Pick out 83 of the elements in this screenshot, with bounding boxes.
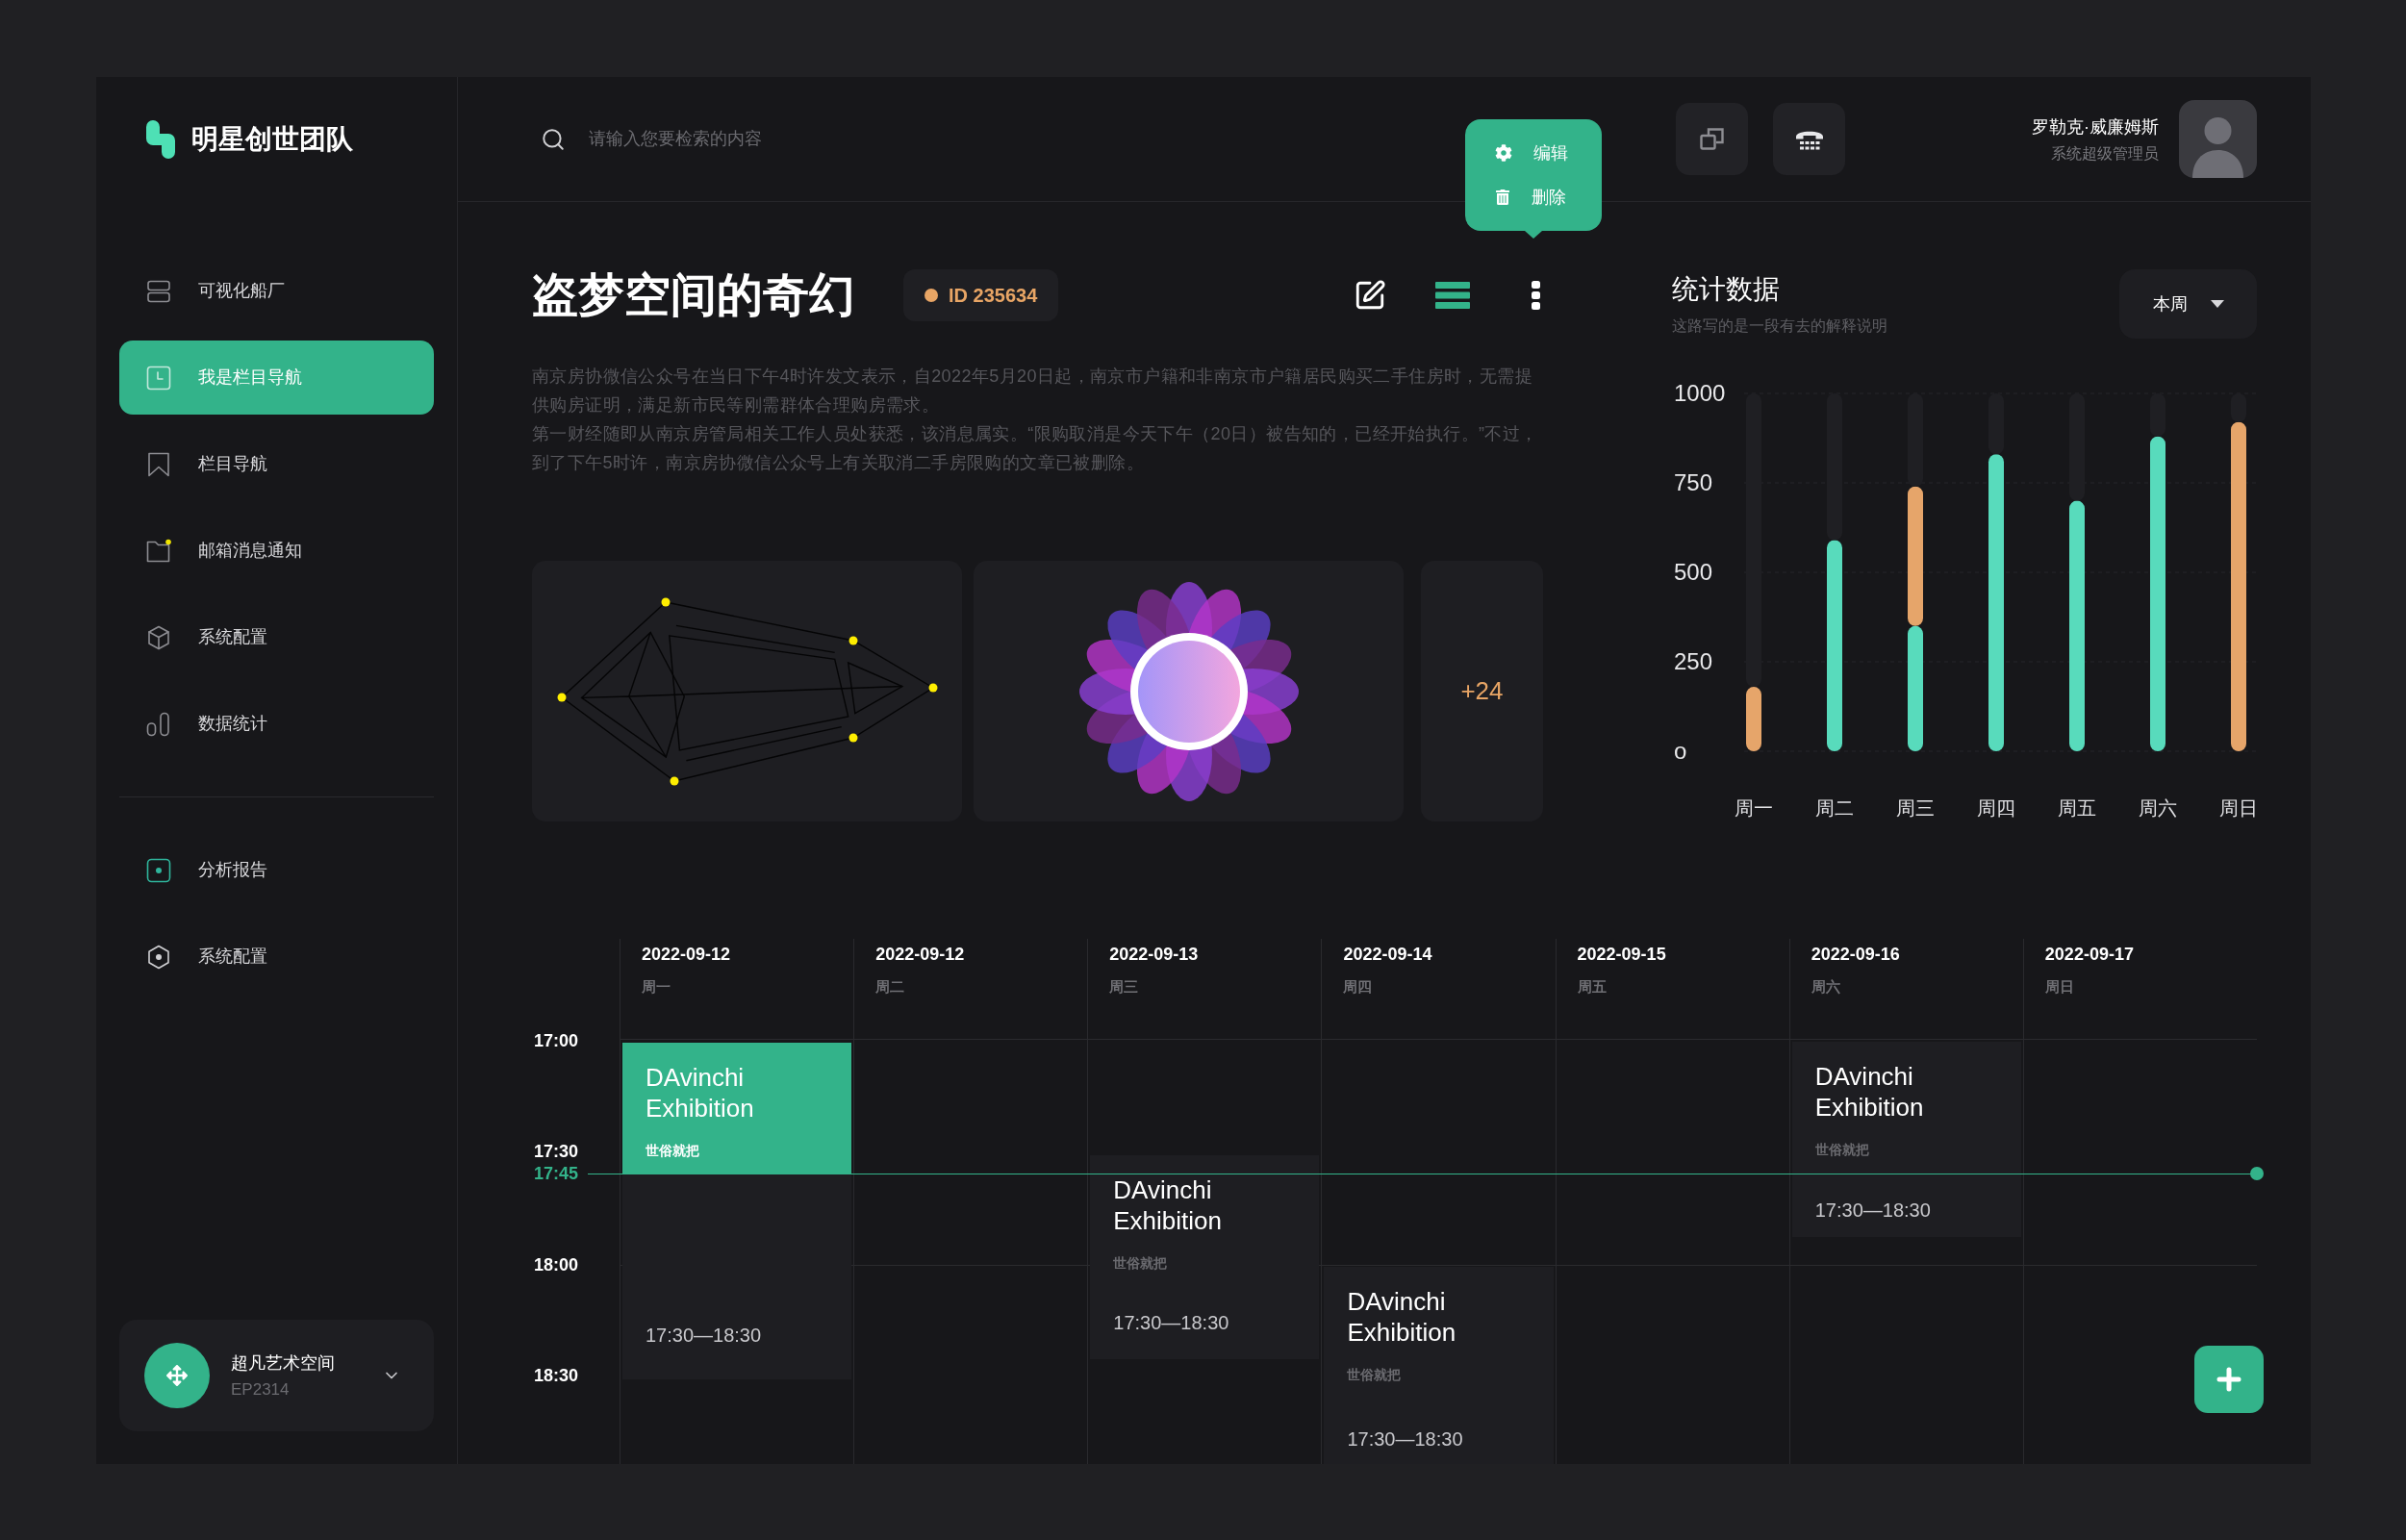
day-weekday: 周五 xyxy=(1577,977,1608,997)
trash-icon xyxy=(1495,189,1510,205)
x-axis-label: 周日 xyxy=(2219,797,2257,819)
more-icon xyxy=(1531,281,1540,310)
day-date: 2022-09-13 xyxy=(1109,944,1200,966)
list-icon xyxy=(1435,282,1470,309)
event-card[interactable]: DAvinchi Exhibition 世俗就把 17:30—18:30 xyxy=(622,1043,852,1379)
thumbnail-card[interactable] xyxy=(974,561,1404,821)
event-title: DAvinchi Exhibition xyxy=(1347,1286,1457,1348)
plus-icon xyxy=(2216,1367,2241,1392)
time-label: 18:30 xyxy=(533,1366,578,1385)
phone-button[interactable] xyxy=(1773,103,1845,175)
y-axis-label: 500 xyxy=(1674,559,1713,585)
settings-icon xyxy=(1495,144,1512,162)
day-date: 2022-09-12 xyxy=(642,944,732,966)
x-axis-label: 周一 xyxy=(1735,797,1773,819)
y-axis-label: 1000 xyxy=(1674,380,1726,406)
event-time: 17:30—18:30 xyxy=(1814,1199,1932,1222)
y-axis-label: 250 xyxy=(1674,648,1713,674)
y-axis-label: 750 xyxy=(1674,469,1713,495)
day-date: 2022-09-17 xyxy=(2044,944,2135,966)
nav-item[interactable]: 系统配置 xyxy=(119,920,434,994)
day-weekday: 周三 xyxy=(1109,977,1140,997)
event-subtitle: 世俗就把 xyxy=(646,1142,700,1160)
event-subtitle: 世俗就把 xyxy=(1347,1366,1403,1384)
day-weekday: 周日 xyxy=(2044,977,2075,997)
x-axis-label: 周五 xyxy=(2058,797,2096,819)
event-title: DAvinchi Exhibition xyxy=(1113,1174,1223,1236)
day-weekday: 周一 xyxy=(642,977,671,997)
day-weekday: 周六 xyxy=(1811,977,1841,997)
day-date: 2022-09-12 xyxy=(875,944,966,966)
event-time: 17:30—18:30 xyxy=(1113,1311,1230,1334)
event-card[interactable]: DAvinchi Exhibition 世俗就把 17:30—18:30 xyxy=(1791,1042,2021,1237)
id-label: ID 235634 xyxy=(949,284,1038,307)
event-subtitle: 世俗就把 xyxy=(1113,1254,1169,1273)
search-field[interactable]: 请输入您要检索的内容 xyxy=(589,126,1051,152)
user-avatar[interactable] xyxy=(2179,100,2257,178)
y-axis-label: o xyxy=(1674,738,1687,764)
time-label: 17:00 xyxy=(533,1031,578,1050)
event-card[interactable]: DAvinchi Exhibition 世俗就把 17:30—18:30 xyxy=(1324,1267,1554,1464)
nav-item[interactable]: 邮箱消息通知 xyxy=(119,514,434,588)
window-button[interactable] xyxy=(1676,103,1748,175)
paragraph: 南京房协微信公众号在当日下午4时许发文表示，自2022年5月20日起，南京市户籍和非南京市户籍居民购买二手住房时，无需提供购房证明，满足新市民等刚需群体合理购房需求。 xyxy=(532,366,1534,417)
day-weekday: 周四 xyxy=(1343,977,1374,997)
dot-square-icon xyxy=(146,857,171,883)
logo-text: 明星创世团队 xyxy=(191,123,353,156)
stats-title: 统计数据 xyxy=(1672,273,1781,306)
day-date: 2022-09-14 xyxy=(1343,944,1433,966)
x-axis-label: 周二 xyxy=(1815,797,1854,819)
caret-down-icon xyxy=(2210,300,2224,308)
day-date: 2022-09-15 xyxy=(1577,944,1667,966)
event-time: 17:30—18:30 xyxy=(1347,1427,1464,1451)
period-dropdown[interactable]: 本周 xyxy=(2119,269,2257,339)
thumbnail-card[interactable] xyxy=(532,561,962,821)
search-icon xyxy=(541,126,566,152)
day-weekday: 周二 xyxy=(875,977,906,997)
x-axis-label: 周四 xyxy=(1977,797,2015,819)
current-time-label: 17:45 xyxy=(533,1164,578,1183)
nav-item[interactable]: 可视化船厂 xyxy=(119,254,434,328)
x-axis-label: 周六 xyxy=(2139,797,2177,819)
page-title: 盗梦空间的奇幻 xyxy=(532,269,855,321)
pen-square-icon xyxy=(1354,279,1386,312)
add-button[interactable] xyxy=(2194,1346,2264,1413)
event-time: 17:30—18:30 xyxy=(646,1324,763,1347)
event-title: DAvinchi Exhibition xyxy=(1814,1061,1925,1123)
event-card[interactable]: DAvinchi Exhibition 世俗就把 17:30—18:30 xyxy=(1090,1155,1320,1359)
day-date: 2022-09-16 xyxy=(1811,944,1901,966)
nav-item[interactable]: 数据统计 xyxy=(119,687,434,761)
time-label: 18:00 xyxy=(533,1255,578,1275)
more-images-button[interactable]: +24 xyxy=(1421,561,1543,821)
event-title: DAvinchi Exhibition xyxy=(646,1062,755,1123)
event-subtitle: 世俗就把 xyxy=(1814,1141,1870,1159)
x-axis-label: 周三 xyxy=(1896,797,1935,819)
overlapping-squares-icon xyxy=(1699,127,1725,151)
user-role: 系统超级管理员 xyxy=(2051,143,2159,164)
logo-icon xyxy=(146,120,175,159)
nav-item[interactable]: 系统配置 xyxy=(119,600,434,674)
nav-item[interactable]: 分析报告 xyxy=(119,833,434,907)
workspace-switcher[interactable]: 超凡艺术空间 EP2314 xyxy=(119,1320,434,1431)
user-name: 罗勒克·威廉姆斯 xyxy=(2032,115,2159,139)
time-label: 17:30 xyxy=(533,1142,578,1161)
hexagon-icon xyxy=(146,944,171,970)
nav-item[interactable]: 栏目导航 xyxy=(119,427,434,501)
